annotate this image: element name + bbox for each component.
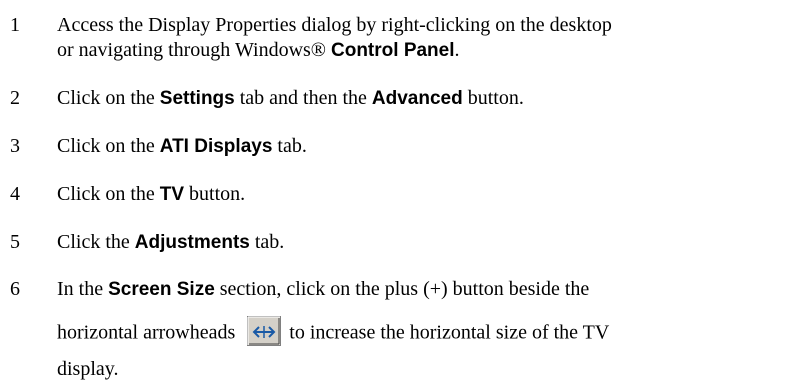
step-text: or navigating through Windows® Control P…	[57, 38, 460, 63]
step-text-segment: tab and then the	[234, 87, 372, 109]
step-text-segment: .	[454, 39, 460, 61]
step-text: Click on the TV button.	[57, 182, 245, 207]
step-text-segment: Access the Display Properties dialog by …	[57, 14, 612, 36]
screen-size-label: Screen Size	[108, 279, 215, 300]
step-number: 4	[10, 183, 20, 205]
step-text-segment: Click on the	[57, 135, 160, 157]
step-text-segment: button.	[462, 87, 524, 109]
settings-tab-label: Settings	[159, 88, 235, 109]
step-number: 6	[10, 278, 20, 300]
adjustments-tab-label: Adjustments	[134, 232, 250, 253]
tv-button-label: TV	[159, 184, 185, 205]
horizontal-arrowheads-icon	[247, 316, 282, 346]
step-text: display.	[57, 358, 119, 380]
step-text: Click on the Settings tab and then the A…	[57, 86, 524, 111]
step-text: Click on the ATI Displays tab.	[57, 134, 307, 159]
advanced-button-label: Advanced	[371, 88, 463, 109]
step-text-segment: Click on the	[57, 87, 160, 109]
step-text: Access the Display Properties dialog by …	[57, 13, 612, 37]
step-text-segment: to increase the horizontal size of the T…	[289, 321, 610, 344]
ati-displays-tab-label: ATI Displays	[159, 136, 273, 157]
step-text-segment: Click on the	[57, 183, 160, 205]
step-text-segment: or navigating through Windows®	[57, 39, 331, 61]
step-text-segment: button.	[184, 183, 246, 205]
step-text-segment: In the	[57, 278, 109, 300]
step-text: Click the Adjustments tab.	[57, 230, 284, 255]
step-text-segment: , click on the plus (+) button beside th…	[276, 278, 590, 300]
step-text-segment: tab.	[249, 231, 285, 253]
step-text-segment: tab.	[272, 135, 307, 157]
step-text: In the Screen Size section, click on the…	[57, 277, 589, 302]
control-panel-label: Control Panel	[331, 40, 455, 61]
step-text: horizontal arrowheads to increase the ho…	[57, 316, 610, 349]
step-number: 1	[10, 14, 20, 36]
step-text-segment: section	[214, 278, 277, 300]
step-text-segment: Click the	[57, 231, 135, 253]
step-number: 5	[10, 231, 20, 253]
step-text-segment: horizontal arrowheads	[57, 321, 236, 344]
step-number: 2	[10, 87, 20, 109]
step-number: 3	[10, 135, 20, 157]
